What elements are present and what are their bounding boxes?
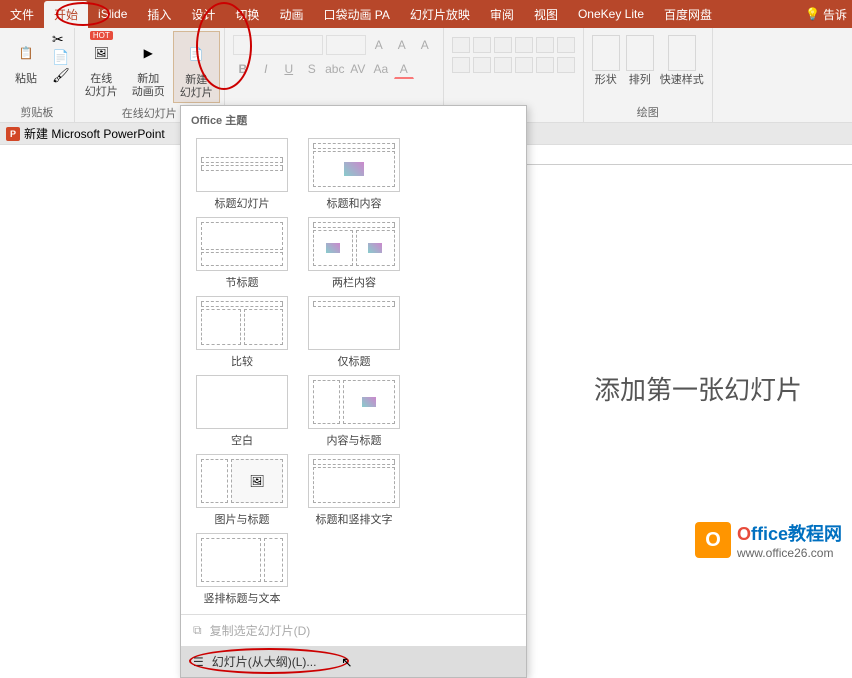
tab-insert[interactable]: 插入 [137,1,181,28]
font-size-select[interactable] [326,35,366,55]
arrange-label: 排列 [629,71,651,87]
layout-vertical-title-text[interactable]: 竖排标题与文本 [189,533,295,606]
dropdown-footer: ⧉ 复制选定幻灯片(D) ☰ 幻灯片(从大纲)(L)... ↖ [181,614,526,677]
decrease-font-icon[interactable]: A [392,35,412,55]
layout-title-slide[interactable]: 标题幻灯片 [189,138,295,211]
layout-blank[interactable]: 空白 [189,375,295,448]
case-button[interactable]: Aa [371,59,391,79]
layout-section-header[interactable]: 节标题 [189,217,295,290]
drawing-label: 绘图 [588,102,708,122]
new-slide-icon: 📄 [180,34,212,74]
arrange-icon[interactable] [626,35,654,71]
clipboard-group: 📋 粘贴 ✂ 📄 🖌 剪贴板 [0,28,75,122]
clear-format-icon[interactable]: A [415,35,435,55]
align-right-icon[interactable] [494,57,512,73]
shadow-button[interactable]: S [302,59,322,79]
horizontal-ruler [527,147,852,165]
duplicate-label: 复制选定幻灯片(D) [210,622,311,639]
font-color-button[interactable]: A [394,59,414,79]
tab-design[interactable]: 设计 [181,1,225,28]
slides-from-outline-item[interactable]: ☰ 幻灯片(从大纲)(L)... [181,646,526,677]
clipboard-label: 剪贴板 [4,102,70,122]
tab-islide[interactable]: iSlide [88,2,137,26]
cut-icon[interactable]: ✂ [52,31,70,48]
strike-button[interactable]: abc [325,59,345,79]
drawing-group: 形状 排列 快速样式 绘图 [584,28,713,122]
tab-onekey[interactable]: OneKey Lite [568,2,654,26]
tab-file[interactable]: 文件 [0,1,44,28]
watermark-url: www.office26.com [737,546,842,560]
new-slide-button[interactable]: 📄 新建 幻灯片 [173,31,220,103]
line-spacing-icon[interactable] [536,37,554,53]
duplicate-icon: ⧉ [193,623,202,638]
columns-icon[interactable] [536,57,554,73]
add-animation-label: 新加 动画页 [132,73,165,99]
italic-button[interactable]: I [256,59,276,79]
tab-transition[interactable]: 切换 [225,1,269,28]
tab-view[interactable]: 视图 [524,1,568,28]
watermark-title: Office教程网 [737,520,842,546]
shapes-label: 形状 [595,71,617,87]
watermark-icon: O [695,522,731,558]
format-painter-icon[interactable]: 🖌 [52,67,70,84]
paste-button[interactable]: 📋 粘贴 [4,31,48,88]
layout-title-only[interactable]: 仅标题 [301,296,407,369]
align-left-icon[interactable] [452,57,470,73]
font-family-select[interactable] [233,35,323,55]
layout-comparison[interactable]: 比较 [189,296,295,369]
text-direction-icon[interactable] [557,37,575,53]
increase-font-icon[interactable]: A [369,35,389,55]
tell-me-label: 告诉 [823,6,847,23]
layout-two-content[interactable]: 两栏内容 [301,217,407,290]
copy-icon[interactable]: 📄 [52,49,70,66]
paste-icon: 📋 [10,33,42,73]
spacing-button[interactable]: AV [348,59,368,79]
document-title: 新建 Microsoft PowerPoint [24,125,165,142]
numbering-icon[interactable] [473,37,491,53]
outline-icon: ☰ [193,655,204,669]
tab-pocket[interactable]: 口袋动画 PA [313,1,399,28]
bold-button[interactable]: B [233,59,253,79]
new-slide-label: 新建 幻灯片 [180,74,213,100]
add-animation-button[interactable]: ▶ 新加 动画页 [126,31,171,103]
add-animation-icon: ▶ [132,33,164,73]
ribbon-tabs: 文件 开始 iSlide 插入 设计 切换 动画 口袋动画 PA 幻灯片放映 审… [0,0,852,28]
smartart-icon[interactable] [557,57,575,73]
layout-title-content[interactable]: 标题和内容 [301,138,407,211]
tab-slideshow[interactable]: 幻灯片放映 [400,1,480,28]
watermark: O Office教程网 www.office26.com [695,520,842,560]
quick-styles-label: 快速样式 [660,71,704,87]
bulb-icon: 💡 [805,7,820,21]
outline-label: 幻灯片(从大纲)(L)... [212,653,317,670]
layout-title-vertical-text[interactable]: 标题和竖排文字 [301,454,407,527]
powerpoint-icon: P [6,127,20,141]
shapes-icon[interactable] [592,35,620,71]
bullets-icon[interactable] [452,37,470,53]
tab-review[interactable]: 审阅 [480,1,524,28]
layout-content-caption[interactable]: 内容与标题 [301,375,407,448]
justify-icon[interactable] [515,57,533,73]
cursor-icon: ↖ [341,654,353,671]
hot-badge: HOT [90,31,113,40]
paste-label: 粘贴 [15,73,37,86]
online-slides-label: 在线 幻灯片 [85,73,118,99]
layout-picture-caption[interactable]: 🖼图片与标题 [189,454,295,527]
tab-home[interactable]: 开始 [44,1,88,28]
align-center-icon[interactable] [473,57,491,73]
slide-placeholder-text[interactable]: 添加第一张幻灯片 [594,370,802,407]
tell-me[interactable]: 💡 告诉 [805,6,847,23]
quick-styles-icon[interactable] [668,35,696,71]
tab-animation[interactable]: 动画 [269,1,313,28]
online-slides-button[interactable]: HOT 🖼 在线 幻灯片 [79,31,124,103]
layout-grid: 标题幻灯片 标题和内容 节标题 两栏内容 比较 仅标题 空白 内容与标题 🖼图片… [181,134,526,614]
dropdown-theme-header: Office 主题 [181,106,526,134]
tab-baidu[interactable]: 百度网盘 [654,1,722,28]
indent-less-icon[interactable] [494,37,512,53]
underline-button[interactable]: U [279,59,299,79]
duplicate-slide-item: ⧉ 复制选定幻灯片(D) [181,615,526,646]
indent-more-icon[interactable] [515,37,533,53]
new-slide-dropdown: Office 主题 标题幻灯片 标题和内容 节标题 两栏内容 比较 仅标题 空白… [180,105,527,678]
